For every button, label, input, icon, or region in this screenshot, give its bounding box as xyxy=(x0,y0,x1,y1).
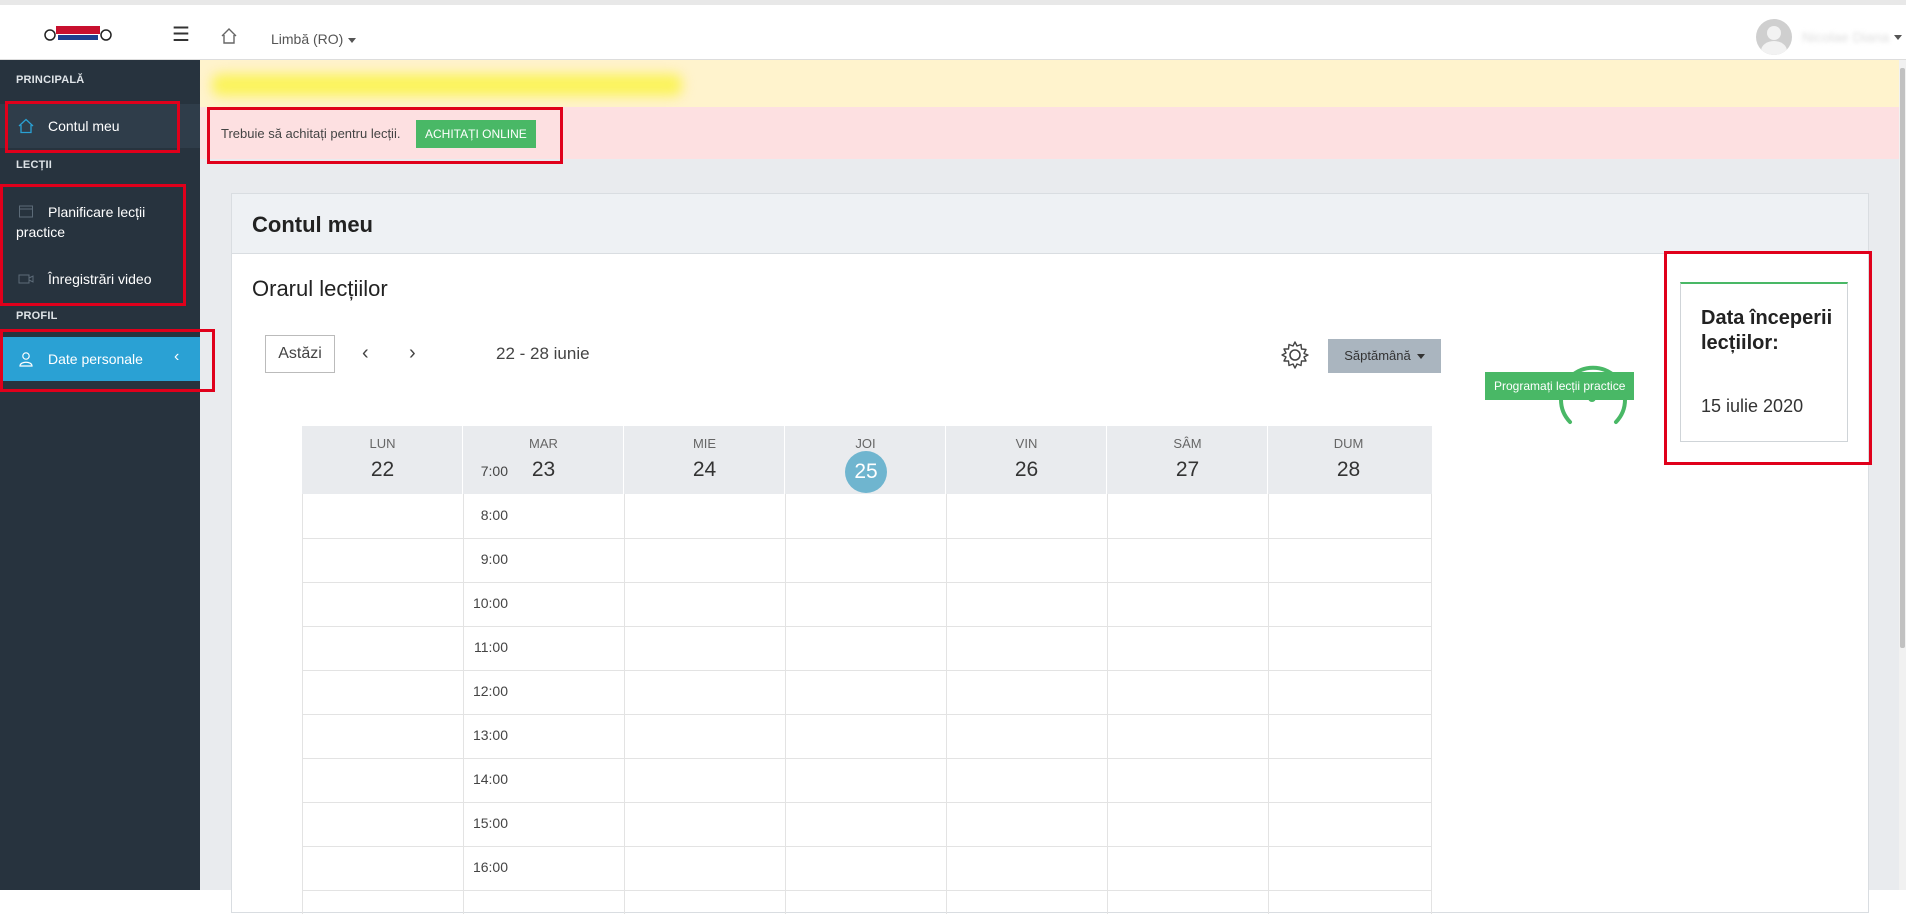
home-icon xyxy=(18,118,34,134)
day-name: DUM xyxy=(1333,436,1364,451)
day-name: MAR xyxy=(529,436,558,451)
day-header: JOI 25 xyxy=(785,426,946,494)
chevron-left-icon: ‹ xyxy=(174,348,180,365)
card-header: Contul meu xyxy=(232,194,1868,254)
sidebar-item-label: Date personale xyxy=(48,351,143,367)
today-day-number: 25 xyxy=(845,451,887,493)
hour-label: 15:00 xyxy=(472,815,508,831)
day-header: LUN 22 xyxy=(302,426,463,494)
hour-label: 14:00 xyxy=(472,771,508,787)
username[interactable]: Nicolae Diana xyxy=(1802,29,1889,45)
day-name: VIN xyxy=(1015,436,1038,451)
day-number: 24 xyxy=(692,458,717,481)
sidebar-item-inregistrari-video[interactable]: Înregistrări video xyxy=(0,265,200,295)
video-icon xyxy=(18,274,34,284)
sidebar-item-label: Înregistrări video xyxy=(48,271,152,287)
day-name: JOI xyxy=(855,436,876,451)
chevron-left-icon[interactable]: ‹ xyxy=(362,342,369,365)
day-name: LUN xyxy=(369,436,396,451)
hour-label: 12:00 xyxy=(472,683,508,699)
sidebar-heading-lectii: LECȚII xyxy=(16,159,53,171)
day-header: MAR 23 xyxy=(463,426,624,494)
chevron-right-icon[interactable]: › xyxy=(409,342,416,365)
day-name: MIE xyxy=(692,436,717,451)
view-label: Săptămână xyxy=(1344,348,1411,363)
day-name: SÂM xyxy=(1173,436,1202,451)
sidebar-item-label: Planificare lecții practice xyxy=(16,204,146,240)
hour-label: 16:00 xyxy=(472,859,508,875)
page-title: Contul meu xyxy=(252,212,373,237)
chevron-down-icon xyxy=(1416,354,1425,360)
day-header: MIE 24 xyxy=(624,426,785,494)
gear-icon[interactable] xyxy=(1279,339,1311,371)
sidebar-item-planificare[interactable]: Planificare lecții practice xyxy=(0,198,200,242)
chevron-down-icon xyxy=(348,37,357,43)
calendar-header: LUN 22 MAR 23 MIE 24 JOI 25 VIN 26 SÂM 27 DUM 2… xyxy=(302,426,1432,494)
day-number: 22 xyxy=(370,458,395,481)
sidebar-heading-principala: PRINCIPALĂ xyxy=(16,74,85,86)
home-icon[interactable] xyxy=(220,27,238,45)
start-date-value: 15 iulie 2020 xyxy=(1701,396,1804,416)
hour-label: 11:00 xyxy=(474,639,508,655)
scrollbar-thumb[interactable] xyxy=(1900,68,1905,648)
hour-label: 7:00 xyxy=(480,463,508,479)
payment-message: Trebuie să achitați pentru lecții. xyxy=(221,126,401,141)
user-icon xyxy=(19,352,33,367)
pay-online-button[interactable]: ACHITAȚI ONLINE xyxy=(416,120,536,148)
hour-label: 9:00 xyxy=(480,551,508,567)
language-dropdown[interactable]: Limbă (RO) xyxy=(271,31,357,47)
start-date-label: Data începerii lecțiilor: xyxy=(1701,307,1833,354)
day-header: DUM 28 xyxy=(1268,426,1429,494)
avatar[interactable] xyxy=(1756,19,1792,55)
day-header: VIN 26 xyxy=(946,426,1107,494)
day-number: 27 xyxy=(1175,458,1200,481)
school-logo[interactable] xyxy=(42,21,114,45)
payment-alert: Trebuie să achitați pentru lecții. ACHIT… xyxy=(200,107,1899,159)
today-button[interactable]: Astăzi xyxy=(265,335,335,373)
view-dropdown[interactable]: Săptămână xyxy=(1328,339,1441,373)
day-number: 28 xyxy=(1336,458,1361,481)
warning-alert xyxy=(200,60,1899,107)
scrollbar[interactable] xyxy=(1899,60,1906,890)
start-date-box: Data începerii lecțiilor: 15 iulie 2020 xyxy=(1680,282,1848,442)
redacted-text xyxy=(212,74,682,96)
date-range: 22 - 28 iunie xyxy=(496,344,590,363)
hour-label: 8:00 xyxy=(480,507,508,523)
sidebar-item-date-personale[interactable]: Date personale ‹ xyxy=(0,337,200,381)
schedule-title: Orarul lecțiilor xyxy=(252,276,388,301)
top-navbar: ☰ Limbă (RO) Nicolae Diana xyxy=(0,0,1906,60)
hour-label: 10:00 xyxy=(472,595,508,611)
day-header: SÂM 27 xyxy=(1107,426,1268,494)
schedule-lessons-button[interactable]: Programați lecții practice xyxy=(1485,372,1635,400)
language-label: Limbă (RO) xyxy=(271,31,344,47)
sidebar-item-contul-meu[interactable]: Contul meu xyxy=(0,104,200,148)
main-content: Trebuie să achitați pentru lecții. ACHIT… xyxy=(200,60,1899,914)
sidebar: PRINCIPALĂ Contul meu LECȚII Planificare… xyxy=(0,60,200,890)
hour-label: 13:00 xyxy=(472,727,508,743)
sidebar-item-label: Contul meu xyxy=(48,118,120,134)
sidebar-heading-profil: PROFIL xyxy=(16,310,58,322)
chevron-down-icon[interactable] xyxy=(1894,35,1902,40)
day-number: 26 xyxy=(1014,458,1039,481)
menu-toggle-icon[interactable]: ☰ xyxy=(172,25,190,45)
